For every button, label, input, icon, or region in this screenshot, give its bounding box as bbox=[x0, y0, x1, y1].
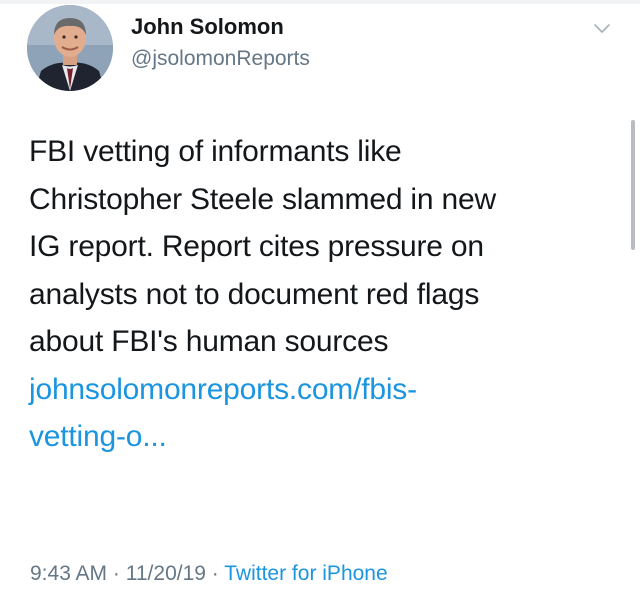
avatar[interactable] bbox=[27, 5, 113, 91]
tweet-text-line: FBI vetting of informants like bbox=[29, 135, 402, 168]
tweet-time[interactable]: 9:43 AM bbox=[30, 562, 107, 585]
avatar-image bbox=[27, 5, 113, 91]
tweet-link[interactable]: johnsolomonreports.com/fbis- bbox=[29, 366, 619, 414]
tweet-date[interactable]: 11/20/19 bbox=[126, 562, 206, 585]
meta-separator: · bbox=[112, 562, 120, 585]
author-block[interactable]: John Solomon @jsolomonReports bbox=[131, 13, 310, 73]
tweet-meta: 9:43 AM · 11/20/19 · Twitter for iPhone bbox=[30, 560, 388, 588]
top-divider bbox=[0, 0, 640, 4]
tweet-text-line: Christopher Steele slammed in new bbox=[29, 182, 496, 216]
tweet-source[interactable]: Twitter for iPhone bbox=[224, 562, 387, 585]
tweet-card: John Solomon @jsolomonReports FBI vettin… bbox=[0, 0, 640, 610]
scrollbar[interactable] bbox=[631, 120, 635, 250]
tweet-text-line: about FBI's human sources bbox=[29, 325, 389, 358]
author-name[interactable]: John Solomon bbox=[131, 13, 310, 41]
tweet-text-line: IG report. Report cites pressure on bbox=[29, 230, 484, 263]
tweet-link[interactable]: vetting-o... bbox=[29, 413, 619, 461]
tweet-text-line: analysts not to document red flags bbox=[29, 277, 480, 311]
tweet-text: FBI vetting of informants like Christoph… bbox=[29, 128, 619, 461]
meta-separator: · bbox=[211, 562, 219, 585]
chevron-down-icon[interactable] bbox=[592, 22, 612, 36]
author-handle[interactable]: @jsolomonReports bbox=[131, 45, 310, 73]
